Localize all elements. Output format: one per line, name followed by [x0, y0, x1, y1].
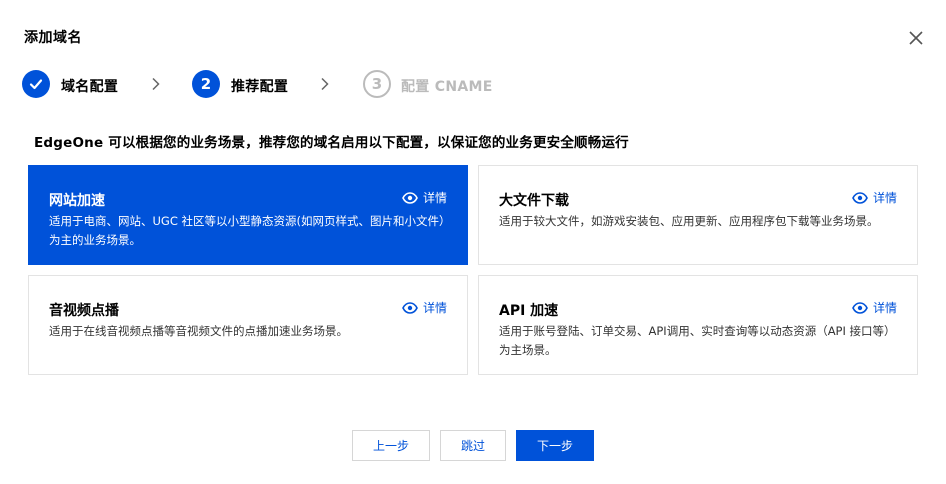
intro-text: EdgeOne 可以根据您的业务场景，推荐您的域名启用以下配置，以保证您的业务更… — [34, 135, 629, 151]
card-large-file-download[interactable]: 大文件下载 详情 适用于较大文件，如游戏安装包、应用更新、应用程序包下载等业务场… — [478, 165, 918, 265]
dialog-title: 添加域名 — [24, 30, 82, 46]
step-3-indicator: 3 — [363, 70, 391, 98]
previous-step-button[interactable]: 上一步 — [352, 430, 430, 461]
detail-link[interactable]: 详情 — [402, 189, 447, 206]
check-icon — [29, 79, 43, 90]
detail-label: 详情 — [422, 301, 447, 315]
close-button[interactable] — [906, 28, 926, 48]
detail-link[interactable]: 详情 — [852, 299, 897, 316]
card-title: 网站加速 — [49, 193, 105, 209]
eye-icon — [402, 301, 418, 314]
card-title: API 加速 — [499, 303, 559, 319]
detail-link[interactable]: 详情 — [852, 189, 897, 206]
step-1-label: 域名配置 — [61, 79, 119, 95]
close-icon — [909, 31, 923, 45]
step-1-indicator — [22, 70, 50, 98]
eye-icon — [402, 191, 418, 204]
step-2-label: 推荐配置 — [231, 79, 289, 95]
card-site-acceleration[interactable]: 网站加速 详情 适用于电商、网站、UGC 社区等以小型静态资源(如网页样式、图片… — [28, 165, 468, 265]
chevron-right-icon — [152, 77, 160, 91]
detail-label: 详情 — [872, 301, 897, 315]
detail-link[interactable]: 详情 — [402, 299, 447, 316]
detail-label: 详情 — [422, 191, 447, 205]
detail-label: 详情 — [872, 191, 897, 205]
eye-icon — [852, 301, 868, 314]
chevron-right-icon — [321, 77, 329, 91]
card-title: 音视频点播 — [49, 303, 119, 319]
card-video-on-demand[interactable]: 音视频点播 详情 适用于在线音视频点播等音视频文件的点播加速业务场景。 — [28, 275, 468, 375]
card-api-acceleration[interactable]: API 加速 详情 适用于账号登陆、订单交易、API调用、实时查询等以动态资源（… — [478, 275, 918, 375]
eye-icon — [852, 191, 868, 204]
card-title: 大文件下载 — [499, 193, 569, 209]
skip-button[interactable]: 跳过 — [440, 430, 506, 461]
card-description: 适用于账号登陆、订单交易、API调用、实时查询等以动态资源（API 接口等）为主… — [499, 324, 896, 357]
card-description: 适用于在线音视频点播等音视频文件的点播加速业务场景。 — [49, 324, 348, 338]
next-step-button[interactable]: 下一步 — [516, 430, 594, 461]
step-3-label: 配置 CNAME — [401, 79, 493, 95]
card-description: 适用于电商、网站、UGC 社区等以小型静态资源(如网页样式、图片和小文件）为主的… — [49, 214, 451, 247]
stepper: 域名配置 2 推荐配置 3 配置 CNAME — [22, 70, 722, 100]
card-description: 适用于较大文件，如游戏安装包、应用更新、应用程序包下载等业务场景。 — [499, 214, 879, 228]
step-2-indicator: 2 — [192, 70, 220, 98]
